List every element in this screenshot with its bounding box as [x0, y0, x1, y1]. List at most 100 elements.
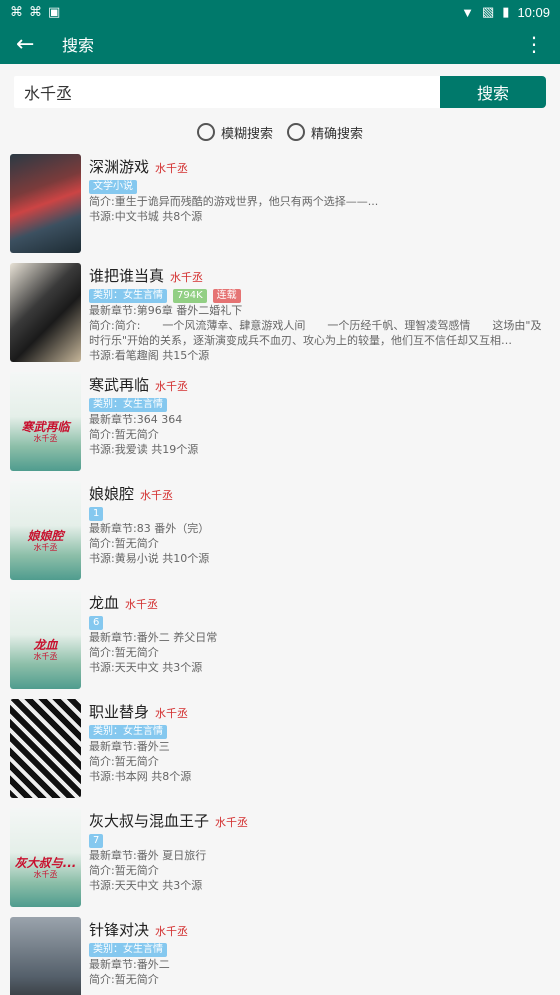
book-source: 书源:我爱读 共19个源	[89, 443, 199, 456]
book-source: 书源:中文书城 共8个源	[89, 210, 203, 223]
book-title-row: 龙血 水千丞	[89, 592, 550, 613]
book-intro: 简介:暂无简介	[89, 537, 159, 550]
latest-chapter: 最新章节:83 番外（完）	[89, 522, 210, 535]
book-author: 水千丞	[155, 707, 189, 720]
latest-chapter: 最新章节:364 364	[89, 413, 183, 426]
book-title: 谁把谁当真	[89, 267, 165, 285]
cover-title: 娘娘腔	[27, 528, 64, 543]
cover-author: 水千丞	[33, 870, 58, 880]
battery-icon: ▮	[502, 4, 510, 19]
book-info: 灰大叔与混血王子 水千丞 7 最新章节:番外 夏日旅行 简介:暂无简介 书源:天天中文 共…	[89, 808, 550, 917]
book-author: 水千丞	[125, 598, 159, 611]
search-input[interactable]	[14, 76, 440, 108]
book-info: 龙血 水千丞 6 最新章节:番外二 养父日常 简介:暂无简介 书源:天天中文 共3个源	[89, 590, 550, 699]
book-title: 寒武再临	[89, 376, 150, 394]
book-list-item[interactable]: 针锋对决 水千丞类别：女生言情 最新章节:番外二 简介:暂无简介	[0, 917, 560, 995]
book-intro: 简介:暂无简介	[89, 973, 159, 986]
book-source: 书源:书本网 共8个源	[89, 770, 192, 783]
book-title-row: 灰大叔与混血王子 水千丞	[89, 810, 550, 831]
book-intro: 简介:暂无简介	[89, 755, 159, 768]
book-tag: 794K	[173, 289, 207, 303]
book-info: 深渊游戏 水千丞文学小说 简介:重生于诡异而残酷的游戏世界，他只有两个选择——...…	[89, 154, 550, 263]
book-list-item[interactable]: 深渊游戏 水千丞文学小说 简介:重生于诡异而残酷的游戏世界，他只有两个选择——...…	[0, 154, 560, 263]
book-list-item[interactable]: 娘娘腔 水千丞 娘娘腔 水千丞 1 最新章节:83 番外（完） 简介:暂无简介 书源:黄易小说…	[0, 481, 560, 590]
book-list-item[interactable]: 龙血 水千丞 龙血 水千丞 6 最新章节:番外二 养父日常 简介:暂无简介 书源:天天中文 共…	[0, 590, 560, 699]
clock: 10:09	[517, 4, 550, 20]
book-cover	[10, 699, 81, 798]
cover-author: 水千丞	[33, 434, 58, 444]
book-list-item[interactable]: 职业替身 水千丞类别：女生言情 最新章节:番外三 简介:暂无简介书源:书本网 共8个源	[0, 699, 560, 808]
app-notification-icon: ⌘	[29, 4, 42, 20]
book-tag: 类别：女生言情	[89, 398, 167, 412]
book-tag: 类别：女生言情	[89, 289, 167, 303]
book-tags: 类别：女生言情	[89, 398, 550, 412]
book-cover: 寒武再临 水千丞	[10, 372, 81, 471]
latest-chapter: 最新章节:番外二	[89, 958, 170, 971]
book-title: 龙血	[89, 594, 120, 612]
fuzzy-search-radio[interactable]: 模糊搜索	[196, 123, 273, 142]
search-bar: 搜索	[0, 64, 560, 108]
book-cover: 娘娘腔 水千丞	[10, 481, 81, 580]
book-source: 书源:黄易小说 共10个源	[89, 552, 210, 565]
book-author: 水千丞	[215, 816, 249, 829]
app-notification-icon: ⌘	[10, 4, 23, 20]
book-tags: 类别：女生言情	[89, 725, 550, 739]
exact-search-radio[interactable]: 精确搜索	[287, 123, 363, 142]
book-title: 灰大叔与混血王子	[89, 812, 210, 830]
book-cover	[10, 263, 81, 362]
fuzzy-search-label: 模糊搜索	[220, 126, 273, 142]
book-author: 水千丞	[140, 489, 174, 502]
book-tags: 类别：女生言情 794K 连载	[89, 289, 550, 303]
book-info: 职业替身 水千丞类别：女生言情 最新章节:番外三 简介:暂无简介书源:书本网 共8个源	[89, 699, 550, 808]
book-info: 谁把谁当真 水千丞 类别：女生言情 794K 连载 最新章节:第96章 番外二婚礼下 简介:…	[89, 263, 550, 372]
radio-unchecked-icon	[287, 123, 305, 141]
book-title: 娘娘腔	[89, 485, 135, 503]
status-bar: ⌘ ⌘ ▣ ▼ ▧ ▮ 10:09	[0, 0, 560, 24]
radio-unchecked-icon	[196, 123, 215, 141]
book-source: 书源:看笔趣阁 共15个源	[89, 349, 210, 362]
cover-author: 水千丞	[33, 543, 58, 553]
download-notification-icon: ▣	[48, 4, 61, 20]
book-intro: 简介:重生于诡异而残酷的游戏世界，他只有两个选择——...	[89, 195, 379, 208]
search-result-list: 深渊游戏 水千丞文学小说 简介:重生于诡异而残酷的游戏世界，他只有两个选择——...…	[0, 154, 560, 995]
book-tag: 1	[89, 507, 104, 521]
cover-title: 寒武再临	[21, 419, 70, 434]
book-tag: 类别：女生言情	[89, 725, 167, 739]
back-arrow-icon[interactable]: ←	[16, 32, 48, 57]
app-bar: ← 搜索 ⋮	[0, 24, 560, 64]
latest-chapter: 最新章节:番外三	[89, 740, 170, 753]
cover-author: 水千丞	[33, 652, 58, 662]
book-list-item[interactable]: 谁把谁当真 水千丞 类别：女生言情 794K 连载 最新章节:第96章 番外二婚礼下 简介:…	[0, 263, 560, 372]
book-tags: 1	[89, 507, 550, 521]
book-tag: 6	[89, 616, 104, 630]
book-title: 职业替身	[89, 703, 150, 721]
book-info: 寒武再临 水千丞 类别：女生言情 最新章节:364 364 简介:暂无简介 书源:我爱读 …	[89, 372, 550, 481]
book-author: 水千丞	[155, 162, 189, 175]
book-tags: 6	[89, 616, 550, 630]
book-source: 书源:天天中文 共3个源	[89, 661, 203, 674]
book-info: 娘娘腔 水千丞 1 最新章节:83 番外（完） 简介:暂无简介书源:黄易小说 共10个源	[89, 481, 550, 590]
exact-search-label: 精确搜索	[311, 126, 364, 142]
book-title-row: 针锋对决 水千丞	[89, 919, 550, 940]
more-vert-icon[interactable]: ⋮	[524, 32, 544, 56]
book-list-item[interactable]: 寒武再临 水千丞 寒武再临 水千丞 类别：女生言情 最新章节:364 364 简介:暂无简介…	[0, 372, 560, 481]
book-title-row: 职业替身 水千丞	[89, 701, 550, 722]
search-button[interactable]: 搜索	[440, 76, 546, 108]
book-tag: 类别：女生言情	[89, 943, 167, 957]
book-tags: 类别：女生言情	[89, 943, 550, 957]
book-title-row: 娘娘腔 水千丞	[89, 483, 550, 504]
book-tag: 文学小说	[89, 180, 137, 194]
book-tag: 7	[89, 834, 104, 848]
book-tags: 7	[89, 834, 550, 848]
book-cover	[10, 154, 81, 253]
no-sim-icon: ▧	[482, 4, 495, 19]
book-author: 水千丞	[155, 925, 189, 938]
book-list-item[interactable]: 灰大叔与... 水千丞 灰大叔与混血王子 水千丞 7 最新章节:番外 夏日旅行 简介:暂无简…	[0, 808, 560, 917]
book-cover: 灰大叔与... 水千丞	[10, 808, 81, 907]
latest-chapter: 最新章节:第96章 番外二婚礼下	[89, 304, 243, 317]
book-cover: 龙血 水千丞	[10, 590, 81, 689]
book-title-row: 深渊游戏 水千丞	[89, 156, 550, 177]
book-source: 书源:天天中文 共3个源	[89, 879, 203, 892]
book-title-row: 寒武再临 水千丞	[89, 374, 550, 395]
book-intro: 简介:简介: 一个风流薄幸、肆意游戏人间 一个历经千帆、理智凌驾感情 这场由"及…	[89, 319, 542, 347]
